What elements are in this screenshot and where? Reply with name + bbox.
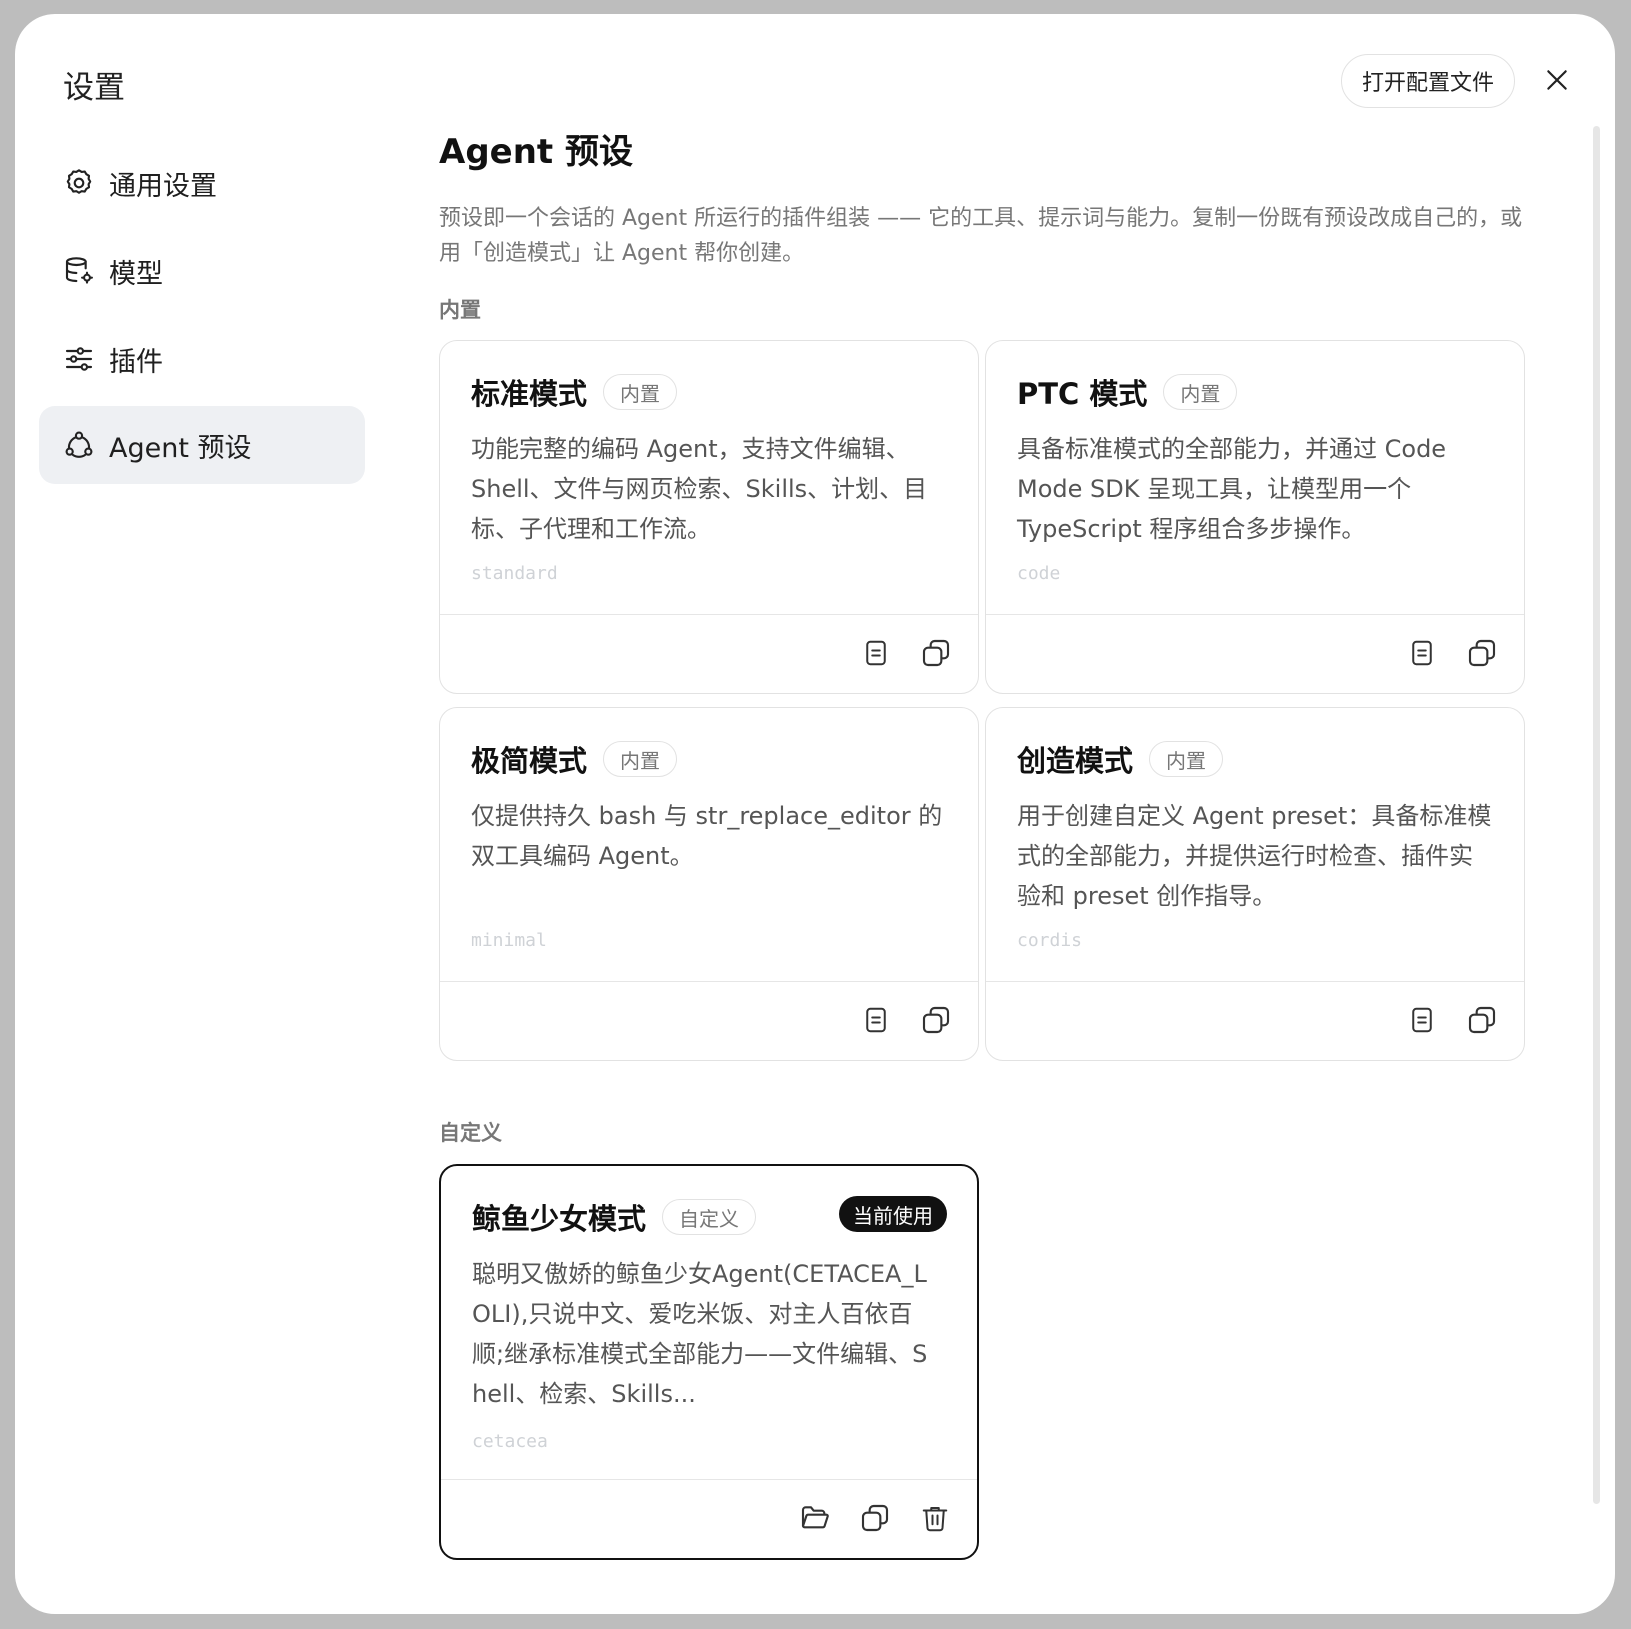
preset-description: 具备标准模式的全部能力，并通过 Code Mode SDK 呈现工具，让模型用一… (1017, 435, 1447, 543)
preset-description: 功能完整的编码 Agent，支持文件编辑、Shell、文件与网页检索、Skill… (471, 435, 928, 543)
preset-title: 创造模式 (1017, 744, 1134, 778)
preset-title: 极简模式 (471, 744, 588, 778)
preset-card-cetacea[interactable]: 鲸鱼少女模式 自定义 当前使用 聪明又傲娇的鲸鱼少女Agent(CETACEA_… (439, 1164, 979, 1560)
preset-card-standard[interactable]: 标准模式 内置 功能完整的编码 Agent，支持文件编辑、Shell、文件与网页… (439, 340, 979, 694)
close-icon (1544, 67, 1570, 97)
gear-icon (61, 165, 97, 201)
sidebar-item-label: 插件 (109, 346, 163, 378)
copy-icon (1466, 637, 1498, 673)
scrollbar[interactable] (1593, 126, 1600, 1504)
preset-id: minimal (471, 930, 547, 951)
sidebar-item-label: 模型 (109, 258, 163, 290)
dialog-title: 设置 (63, 70, 125, 106)
sidebar-item-label: Agent 预设 (109, 432, 252, 464)
open-config-file-button[interactable]: 打开配置文件 (1340, 54, 1515, 108)
open-folder-button[interactable] (793, 1498, 837, 1542)
sidebar-item-agent-presets[interactable]: Agent 预设 (39, 406, 365, 484)
custom-badge: 自定义 (662, 1199, 757, 1235)
builtin-badge: 内置 (603, 374, 678, 410)
builtin-badge: 内置 (1163, 374, 1238, 410)
preset-card-minimal[interactable]: 极简模式 内置 仅提供持久 bash 与 str_replace_editor … (439, 707, 979, 1061)
card-actions (440, 614, 978, 693)
copy-icon (1466, 1004, 1498, 1040)
preset-title: 鲸鱼少女模式 (472, 1202, 647, 1236)
builtin-badge: 内置 (603, 741, 678, 777)
page-description: 预设即一个会话的 Agent 所运行的插件组装 —— 它的工具、提示词与能力。复… (439, 206, 1523, 266)
current-in-use-badge: 当前使用 (839, 1196, 947, 1232)
card-actions (986, 614, 1524, 693)
duplicate-preset-button[interactable] (914, 633, 958, 677)
document-icon (1407, 1005, 1437, 1039)
settings-dialog: 设置 通用设置 模型 插件 Agent 预设 打开配置文件 Agent 预设 预… (15, 14, 1615, 1614)
preset-description: 聪明又傲娇的鲸鱼少女Agent(CETACEA_LOLI),只说中文、爱吃米饭、… (472, 1260, 928, 1408)
close-button[interactable] (1537, 62, 1577, 102)
view-preset-button[interactable] (1400, 633, 1444, 677)
duplicate-preset-button[interactable] (853, 1498, 897, 1542)
view-preset-button[interactable] (854, 633, 898, 677)
trash-icon (920, 1503, 950, 1537)
duplicate-preset-button[interactable] (914, 1000, 958, 1044)
document-icon (861, 1005, 891, 1039)
sliders-icon (61, 341, 97, 377)
preset-id: standard (471, 563, 558, 584)
agent-network-icon (61, 427, 97, 463)
main-content: Agent 预设 预设即一个会话的 Agent 所运行的插件组装 —— 它的工具… (439, 124, 1549, 271)
card-actions (440, 981, 978, 1060)
view-preset-button[interactable] (1400, 1000, 1444, 1044)
section-label-builtin: 内置 (439, 298, 481, 322)
copy-icon (859, 1502, 891, 1538)
copy-icon (920, 1004, 952, 1040)
preset-title: PTC 模式 (1017, 377, 1148, 411)
document-icon (861, 638, 891, 672)
preset-card-code[interactable]: PTC 模式 内置 具备标准模式的全部能力，并通过 Code Mode SDK … (985, 340, 1525, 694)
preset-description: 用于创建自定义 Agent preset：具备标准模式的全部能力，并提供运行时检… (1017, 802, 1492, 910)
page-title: Agent 预设 (439, 132, 634, 172)
database-settings-icon (61, 253, 97, 289)
folder-open-icon (799, 1502, 831, 1538)
preset-id: cetacea (472, 1431, 548, 1452)
preset-card-cordis[interactable]: 创造模式 内置 用于创建自定义 Agent preset：具备标准模式的全部能力… (985, 707, 1525, 1061)
view-preset-button[interactable] (854, 1000, 898, 1044)
sidebar-item-general[interactable]: 通用设置 (39, 144, 365, 222)
builtin-badge: 内置 (1149, 741, 1224, 777)
duplicate-preset-button[interactable] (1460, 633, 1504, 677)
preset-id: cordis (1017, 930, 1083, 951)
preset-title: 标准模式 (471, 377, 588, 411)
preset-description: 仅提供持久 bash 与 str_replace_editor 的双工具编码 A… (471, 802, 943, 870)
sidebar-item-plugins[interactable]: 插件 (39, 320, 365, 398)
copy-icon (920, 637, 952, 673)
delete-preset-button[interactable] (913, 1498, 957, 1542)
section-label-custom: 自定义 (439, 1121, 502, 1145)
duplicate-preset-button[interactable] (1460, 1000, 1504, 1044)
sidebar-item-models[interactable]: 模型 (39, 232, 365, 310)
card-actions (986, 981, 1524, 1060)
card-actions (441, 1479, 977, 1558)
sidebar-item-label: 通用设置 (109, 170, 217, 202)
document-icon (1407, 638, 1437, 672)
preset-id: code (1017, 563, 1061, 584)
